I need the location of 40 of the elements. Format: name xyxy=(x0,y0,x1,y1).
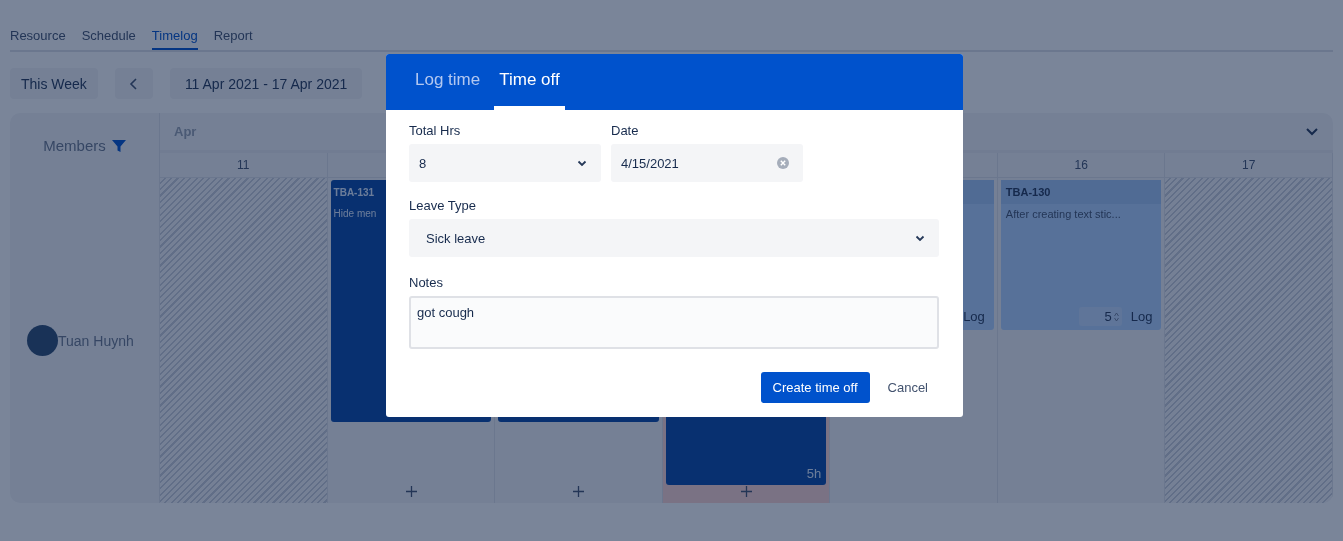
member-name: Tuan Huynh xyxy=(58,332,134,349)
add-icon[interactable] xyxy=(573,486,585,497)
add-icon[interactable] xyxy=(741,486,752,497)
chevron-down-icon xyxy=(577,159,587,167)
task-card[interactable]: TBA-130 After creating text stic... 5 Log xyxy=(1000,180,1162,330)
chevron-left-icon xyxy=(128,77,139,90)
nav-tab[interactable]: Report xyxy=(213,28,253,48)
issue-key: TBA-130 xyxy=(1000,180,1162,204)
date-range-button[interactable]: 11 Apr 2021 - 17 Apr 2021 xyxy=(169,68,363,99)
field-label: Date xyxy=(611,123,640,138)
previous-week-button[interactable] xyxy=(114,68,153,99)
add-icon[interactable] xyxy=(405,486,417,497)
spinner-icon xyxy=(1113,311,1119,322)
dialog-tab[interactable]: Time off xyxy=(494,54,565,110)
members-header: Members xyxy=(43,137,106,154)
field-label: Total Hrs xyxy=(409,123,462,138)
day-number: 17 xyxy=(1242,158,1256,172)
nav-tab[interactable]: Resource xyxy=(10,28,66,48)
day-number: 16 xyxy=(1074,158,1088,172)
nav-tab[interactable]: Timelog xyxy=(151,28,198,50)
notes-field[interactable]: got cough xyxy=(409,296,939,349)
nav-tab[interactable]: Schedule xyxy=(81,28,136,48)
create-time-off-button[interactable]: Create time off xyxy=(760,372,870,403)
date-field[interactable]: 4/15/2021 xyxy=(611,144,803,182)
chevron-down-icon[interactable] xyxy=(1305,126,1319,137)
field-label: Notes xyxy=(409,275,444,290)
cancel-button[interactable]: Cancel xyxy=(877,380,938,395)
clear-icon[interactable] xyxy=(777,157,789,169)
dialog-tab[interactable]: Log time xyxy=(415,54,481,108)
filter-icon[interactable] xyxy=(111,138,126,153)
avatar xyxy=(27,325,58,356)
issue-summary: After creating text stic... xyxy=(1004,207,1122,220)
total-hours-select[interactable]: 8 xyxy=(409,144,601,182)
issue-summary: Hide men xyxy=(332,207,378,219)
chevron-down-icon xyxy=(915,234,925,242)
hours-label: 5h xyxy=(806,466,823,481)
day-number: 11 xyxy=(237,158,250,172)
hours-input[interactable]: 5 xyxy=(1078,307,1122,326)
leave-type-select[interactable]: Sick leave xyxy=(409,219,939,257)
this-week-button[interactable]: This Week xyxy=(10,68,98,99)
